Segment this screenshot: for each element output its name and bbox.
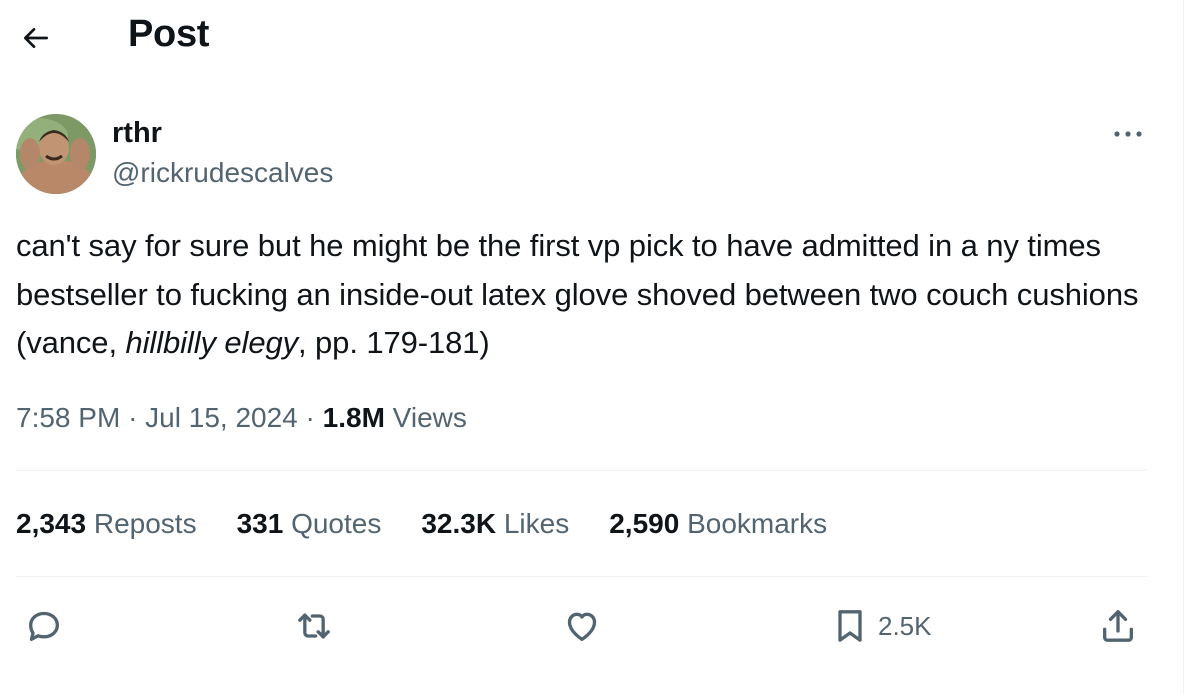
reply-icon [29,611,59,641]
tweet-text-italic: hillbilly elegy [125,325,299,360]
share-button[interactable] [1098,602,1138,650]
views-label: Views [392,402,467,433]
bookmark-icon [838,610,862,642]
author-handle[interactable]: @rickrudescalves [112,154,333,192]
engagement-stats: 2,343 Reposts 331 Quotes 32.3K Likes 2,5… [16,502,867,546]
views-count: 1.8M [322,402,385,433]
page-border [1183,0,1184,694]
likes-count: 32.3K [421,508,497,539]
bookmark-button[interactable]: 2.5K [830,602,932,650]
quotes-label: Quotes [291,508,382,539]
reply-button[interactable] [24,602,64,650]
tweet-text-end: , pp. 179-181) [298,325,490,360]
reposts-stat[interactable]: 2,343 Reposts [16,508,197,540]
repost-icon [298,613,330,639]
share-icon [1103,610,1133,642]
divider [16,576,1148,577]
tweet-text: can't say for sure but he might be the f… [16,222,1166,368]
avatar[interactable] [16,114,96,194]
tweet-date[interactable]: Jul 15, 2024 [145,402,298,433]
likes-label: Likes [503,508,570,539]
meta-separator: · [305,402,315,433]
quotes-count: 331 [236,508,284,539]
divider [16,470,1148,471]
more-options-button[interactable] [1104,114,1152,154]
back-button[interactable] [14,16,58,60]
post-header: Post [0,0,1183,76]
author-block: rthr @rickrudescalves [112,114,333,192]
bookmarks-label: Bookmarks [687,508,828,539]
repost-button[interactable] [294,602,334,650]
heart-icon [567,612,597,641]
author-name[interactable]: rthr [112,114,333,152]
more-icon [1114,131,1142,137]
meta-separator: · [128,402,138,433]
tweet-time[interactable]: 7:58 PM [16,402,120,433]
page-title: Post [128,13,210,55]
tweet-meta: 7:58 PM · Jul 15, 2024 · 1.8M Views [16,396,467,440]
bookmark-count: 2.5K [878,610,932,641]
quotes-stat[interactable]: 331 Quotes [237,508,382,540]
reposts-count: 2,343 [16,508,87,539]
action-bar: 2.5K [0,596,1183,656]
bookmarks-stat[interactable]: 2,590 Bookmarks [609,508,827,540]
bookmarks-count: 2,590 [609,508,680,539]
arrow-left-icon [24,28,48,48]
reposts-label: Reposts [93,508,197,539]
likes-stat[interactable]: 32.3K Likes [421,508,569,540]
like-button[interactable] [562,602,602,650]
avatar-photo [16,114,96,194]
